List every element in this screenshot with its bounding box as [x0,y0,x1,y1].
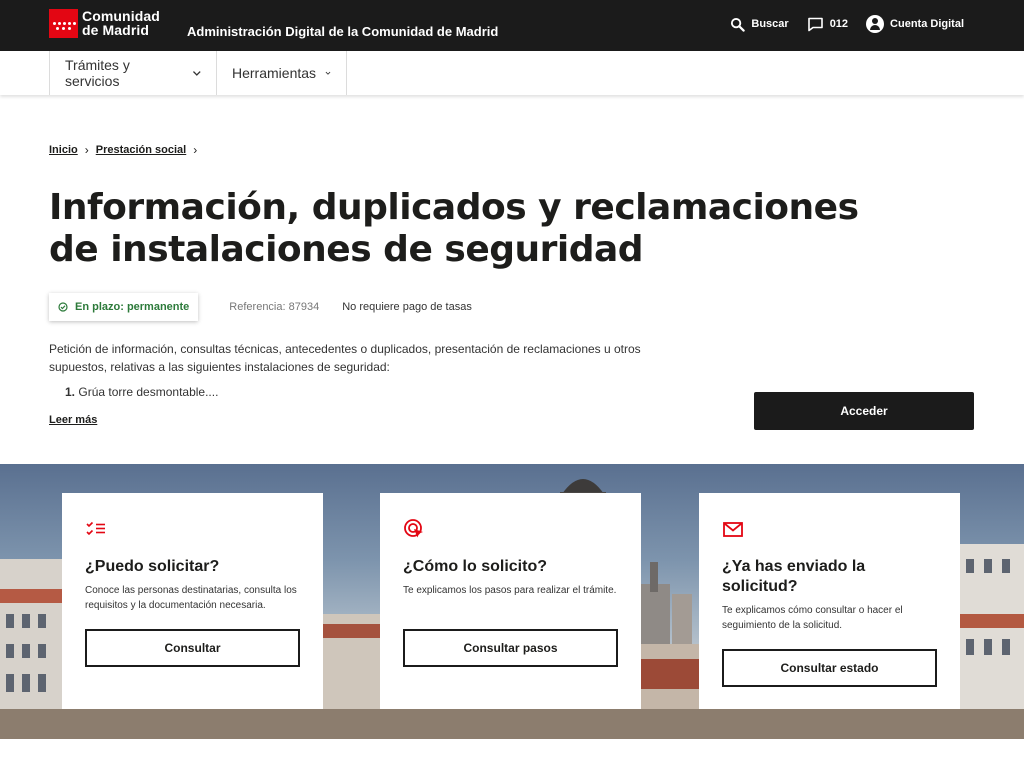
click-target-icon [404,519,423,538]
phone-label: 012 [829,18,849,30]
logo-line-1: Comunidad [82,8,160,24]
nav-item-label: Herramientas [232,65,317,81]
card-text: Conoce las personas destinatarias, consu… [85,585,297,611]
user-icon [866,15,885,33]
list-item-number: 1. [65,385,76,399]
chevron-right-icon: › [193,143,198,157]
search-label: Buscar [751,18,789,30]
status-badge: En plazo: permanente [49,293,199,321]
card-title: ¿Cómo lo solicito? [403,558,547,575]
card-text: Te explicamos los pasos para realizar el… [403,585,617,596]
card-already-submitted: ¿Ya has enviado la solicitud? Te explica… [699,493,960,709]
page-bottom [0,739,1024,778]
logo-line-2: de Madrid [82,22,150,38]
card-title: ¿Puedo solicitar? [85,558,220,575]
list-item: 1. Grúa torre desmontable.... [65,385,218,399]
card-how-to-apply: ¿Cómo lo solicito? Te explicamos los pas… [380,493,641,709]
read-more-link[interactable]: Leer más [49,414,97,426]
breadcrumb-inicio[interactable]: Inicio [49,144,78,156]
card-title: ¿Ya has enviado la solicitud? [722,558,866,595]
reference-number: Referencia: 87934 [229,301,320,313]
top-bar: Comunidad de Madrid Administración Digit… [0,0,1024,51]
envelope-icon [723,522,743,537]
nav-item-label: Trámites y servicios [65,57,130,89]
site-title: Administración Digital de la Comunidad d… [187,24,499,39]
checklist-icon [86,521,105,536]
logo-text: Comunidad de Madrid [82,9,160,37]
page-title: Información, duplicados y reclamaciones … [49,187,859,270]
header-actions: Buscar 012 Cuenta Digital [730,15,964,33]
procedure-meta: En plazo: permanente Referencia: 87934 N… [49,293,472,321]
nav-item-herramientas[interactable]: Herramientas [216,51,347,95]
consult-steps-button[interactable]: Consultar pasos [403,629,618,667]
card-text: Te explicamos cómo consultar o hacer el … [722,605,903,631]
consult-status-button[interactable]: Consultar estado [722,649,937,687]
chevron-down-icon [193,71,202,76]
search-icon [731,17,746,32]
card-can-i-apply: ¿Puedo solicitar? Conoce las personas de… [62,493,323,709]
logo[interactable]: Comunidad de Madrid [49,8,160,38]
hero-photo-band: ¿Puedo solicitar? Conoce las personas de… [0,464,1024,739]
chevron-right-icon: › [84,143,89,157]
check-circle-icon [58,302,68,312]
list-item-text: Grúa torre desmontable.... [78,385,219,399]
access-button[interactable]: Acceder [754,392,974,430]
consult-button[interactable]: Consultar [85,629,300,667]
breadcrumb: Inicio › Prestación social › [49,143,204,157]
nav-item-tramites[interactable]: Trámites y servicios [49,51,217,95]
account-label: Cuenta Digital [890,18,964,30]
procedure-description: Petición de información, consultas técni… [49,342,641,374]
main-nav: Trámites y servicios Herramientas [0,51,1024,95]
madrid-flag-icon [49,8,78,38]
chevron-down-icon [325,71,331,75]
fees-note: No requiere pago de tasas [342,301,472,313]
breadcrumb-prestacion-social[interactable]: Prestación social [96,144,187,156]
digital-account-button[interactable]: Cuenta Digital [866,15,964,33]
status-badge-label: En plazo: permanente [75,301,190,313]
phone-012-button[interactable]: 012 [807,17,848,32]
chat-bubble-icon [807,17,823,31]
search-button[interactable]: Buscar [730,17,789,32]
